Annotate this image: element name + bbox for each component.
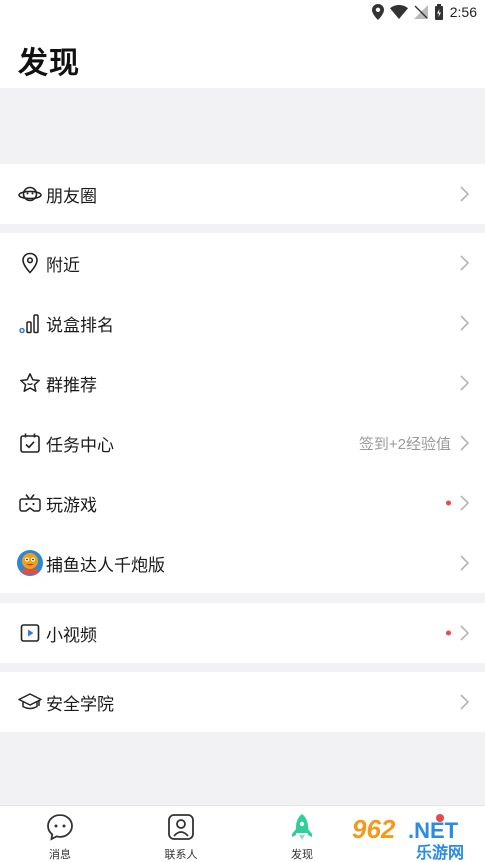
tab-label: 消息 (49, 849, 71, 861)
section-video: 小视频 (0, 603, 485, 663)
tab-label: 联系人 (164, 849, 198, 861)
section-security: 安全学院 (0, 672, 485, 732)
game-controller-icon (18, 491, 42, 515)
chevron-right-icon (460, 255, 469, 271)
chevron-right-icon (460, 315, 469, 331)
menu-item-label: 群推荐 (46, 375, 97, 395)
menu-item-label: 说盒排名 (46, 315, 114, 335)
watermark-logo-image: 962 .NET 乐游网 (346, 810, 485, 862)
menu-item-moments[interactable]: 朋友圈 (0, 164, 485, 224)
chevron-right-icon (460, 186, 469, 202)
ranking-bars-icon (18, 311, 42, 335)
svg-text:962: 962 (352, 814, 396, 844)
menu-item-task-center[interactable]: 任务中心 签到+2经验值 (0, 413, 485, 473)
planet-icon (18, 182, 42, 206)
chevron-right-icon (460, 625, 469, 641)
fishing-game-icon (16, 549, 44, 577)
svg-text:.NET: .NET (408, 818, 459, 843)
calendar-check-icon (18, 431, 42, 455)
menu-item-label: 任务中心 (46, 435, 114, 455)
menu-item-nearby[interactable]: 附近 (0, 233, 485, 293)
header: 发现 (0, 28, 485, 88)
menu-item-play-games[interactable]: 玩游戏 (0, 473, 485, 533)
chevron-right-icon (460, 555, 469, 571)
tab-discover[interactable]: 发现 (262, 806, 342, 862)
video-play-icon (18, 621, 42, 645)
menu-item-label: 小视频 (46, 625, 97, 645)
section-moments: 朋友圈 (0, 164, 485, 224)
chevron-right-icon (460, 495, 469, 511)
task-hint: 签到+2经验值 (358, 435, 451, 453)
red-dot-badge (446, 500, 451, 506)
chevron-right-icon (460, 375, 469, 391)
red-dot-badge (446, 630, 451, 636)
menu-item-label: 玩游戏 (46, 495, 97, 515)
watermark-logo: 962 .NET 乐游网 (346, 808, 485, 862)
menu-item-ranking[interactable]: 说盒排名 (0, 293, 485, 353)
no-signal-icon (413, 5, 428, 19)
menu-item-label: 捕鱼达人千炮版 (46, 555, 165, 575)
status-icons: 2:56 (371, 4, 477, 20)
chevron-right-icon (460, 694, 469, 710)
location-pin-icon (18, 251, 42, 275)
status-bar: 2:56 (0, 0, 485, 28)
tab-contacts[interactable]: 联系人 (141, 806, 221, 862)
chat-bubble-icon (47, 814, 73, 841)
tab-messages[interactable]: 消息 (20, 806, 100, 862)
chevron-right-icon (460, 435, 469, 451)
menu-item-group-recommend[interactable]: 群推荐 (0, 353, 485, 413)
graduation-cap-icon (18, 690, 42, 714)
menu-item-fishing-game[interactable]: 捕鱼达人千炮版 (0, 533, 485, 593)
tab-label: 发现 (291, 849, 313, 861)
menu-item-short-video[interactable]: 小视频 (0, 603, 485, 663)
status-time: 2:56 (449, 4, 477, 20)
page-title: 发现 (18, 47, 80, 80)
star-icon (18, 371, 42, 395)
section-main: 附近 说盒排名 群推荐 任务中心 签到+2经验值 玩游戏 捕鱼达人千炮版 (0, 233, 485, 593)
rocket-icon (292, 814, 312, 840)
menu-item-label: 附近 (46, 255, 80, 275)
menu-item-label: 朋友圈 (46, 186, 97, 206)
contact-person-icon (168, 814, 194, 840)
svg-text:乐游网: 乐游网 (416, 843, 464, 862)
battery-icon (434, 4, 443, 20)
location-icon (371, 4, 384, 20)
menu-item-label: 安全学院 (46, 694, 114, 714)
menu-item-security-academy[interactable]: 安全学院 (0, 672, 485, 732)
wifi-icon (389, 5, 408, 19)
